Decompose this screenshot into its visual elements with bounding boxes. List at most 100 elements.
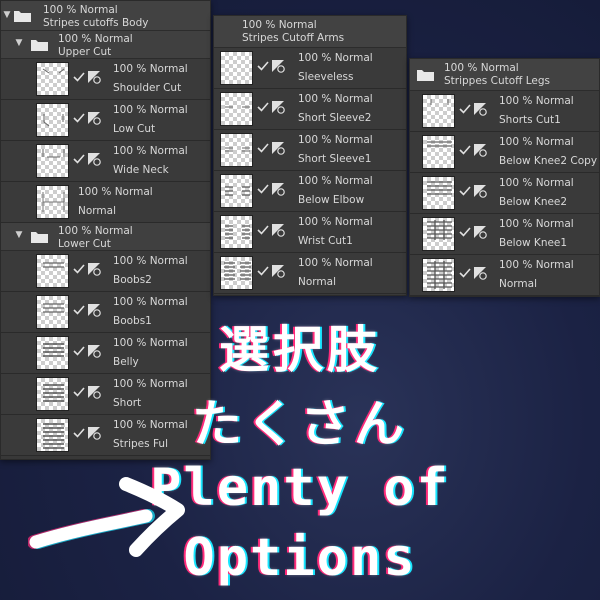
layer-row-low-cut[interactable]: 100 % Normal Low Cut (1, 100, 210, 141)
visibility-check-icon[interactable] (73, 71, 85, 83)
wide-neck-thumbnail (36, 144, 69, 178)
layer-group-legs[interactable]: 100 % Normal Strippes Cutoff Legs (410, 59, 599, 91)
layer-blend-mode: 100 % Normal (113, 296, 188, 308)
layer-mask-icon[interactable] (473, 184, 487, 198)
layer-blend-mode: 100 % Normal (298, 93, 373, 105)
layer-name: Wrist Cut1 (298, 234, 353, 247)
layer-blend-mode: 100 % Normal (113, 104, 188, 116)
layer-name: Normal (78, 204, 116, 217)
visibility-check-icon[interactable] (459, 267, 471, 279)
layer-blend-mode: 100 % Normal (298, 216, 373, 228)
layer-row-short-sleeve2[interactable]: 100 % Normal Short Sleeve2 (214, 89, 406, 130)
layer-mask-icon[interactable] (271, 100, 285, 114)
layer-row-shoulder-cut[interactable]: 100 % Normal Shoulder Cut (1, 59, 210, 100)
layer-row-wide-neck[interactable]: 100 % Normal Wide Neck (1, 141, 210, 182)
layer-row-below-knee1[interactable]: 100 % Normal Below Knee1 (410, 214, 599, 255)
layer-name: Sleeveless (298, 70, 354, 83)
folder-icon (31, 231, 48, 243)
layer-mask-icon[interactable] (473, 225, 487, 239)
layer-group-blend: 100 % Normal (242, 19, 317, 31)
chevron-down-icon[interactable]: ▼ (1, 10, 13, 22)
layer-mask-icon[interactable] (271, 223, 285, 237)
chevron-down-icon[interactable]: ▼ (13, 230, 25, 242)
layer-blend-mode: 100 % Normal (499, 177, 574, 189)
folder-icon (417, 69, 434, 81)
layer-row-below-elbow[interactable]: 100 % Normal Below Elbow (214, 171, 406, 212)
layer-name: Wide Neck (113, 163, 169, 176)
layer-row-boobs2[interactable]: 100 % Normal Boobs2 (1, 251, 210, 292)
boobs2-thumbnail (36, 254, 69, 288)
layer-blend-mode: 100 % Normal (298, 257, 373, 269)
layer-panel-arms: 100 % Normal Stripes Cutoff Arms 100 % N… (213, 15, 407, 296)
layer-blend-mode: 100 % Normal (499, 218, 574, 230)
below-elbow-thumbnail (220, 174, 253, 208)
layer-mask-icon[interactable] (87, 152, 101, 166)
layer-row-normal[interactable]: 100 % Normal Normal (1, 182, 210, 223)
layer-row-normal[interactable]: 100 % Normal Normal (214, 253, 406, 294)
layer-group-lower-cut[interactable]: ▼ 100 % Normal Lower Cut (1, 223, 210, 251)
layer-mask-icon[interactable] (87, 111, 101, 125)
layer-group-body[interactable]: ▼ 100 % Normal Stripes cutoffs Body (1, 1, 210, 31)
short-sleeve2-thumbnail (220, 92, 253, 126)
layer-row-normal[interactable]: 100 % Normal Normal (410, 255, 599, 296)
headline-japanese-1: 選択肢 (219, 321, 381, 379)
low-cut-thumbnail (36, 103, 69, 137)
layer-blend-mode: 100 % Normal (113, 63, 188, 75)
layer-name: Below Knee2 Copy (499, 154, 598, 167)
layer-blend-mode: 100 % Normal (298, 134, 373, 146)
normal-thumbnail (36, 185, 69, 219)
layer-mask-icon[interactable] (87, 262, 101, 276)
layer-blend-mode: 100 % Normal (298, 52, 373, 64)
visibility-check-icon[interactable] (459, 226, 471, 238)
visibility-check-icon[interactable] (459, 103, 471, 115)
layer-group-arms[interactable]: 100 % Normal Stripes Cutoff Arms (214, 16, 406, 48)
layer-mask-icon[interactable] (473, 143, 487, 157)
layer-mask-icon[interactable] (473, 102, 487, 116)
folder-icon (14, 10, 31, 22)
right-arrow-icon (28, 477, 185, 557)
layer-name: Short Sleeve1 (298, 152, 372, 165)
layer-mask-icon[interactable] (271, 182, 285, 196)
layer-mask-icon[interactable] (473, 266, 487, 280)
layer-mask-icon[interactable] (271, 264, 285, 278)
layer-row-below-knee2-copy[interactable]: 100 % Normal Below Knee2 Copy (410, 132, 599, 173)
layer-name: Low Cut (113, 122, 156, 135)
visibility-check-icon[interactable] (459, 185, 471, 197)
visibility-check-icon[interactable] (73, 263, 85, 275)
visibility-check-icon[interactable] (257, 101, 269, 113)
layer-name: Shoulder Cut (113, 81, 182, 94)
layer-blend-mode: 100 % Normal (499, 136, 574, 148)
layer-group-blend: 100 % Normal (58, 33, 133, 45)
layer-name: Shorts Cut1 (499, 113, 561, 126)
layer-group-name: Stripes Cutoff Arms (242, 31, 345, 44)
visibility-check-icon[interactable] (257, 265, 269, 277)
layer-row-wrist-cut1[interactable]: 100 % Normal Wrist Cut1 (214, 212, 406, 253)
wrist-cut1-thumbnail (220, 215, 253, 249)
layer-row-below-knee2[interactable]: 100 % Normal Below Knee2 (410, 173, 599, 214)
layer-group-name: Stripes cutoffs Body (43, 16, 149, 29)
below-knee2-thumbnail (422, 176, 455, 210)
layer-blend-mode: 100 % Normal (298, 175, 373, 187)
layer-mask-icon[interactable] (87, 70, 101, 84)
chevron-down-icon[interactable]: ▼ (13, 38, 25, 50)
layer-row-shorts-cut1[interactable]: 100 % Normal Shorts Cut1 (410, 91, 599, 132)
visibility-check-icon[interactable] (73, 112, 85, 124)
visibility-check-icon[interactable] (257, 183, 269, 195)
visibility-check-icon[interactable] (73, 153, 85, 165)
visibility-check-icon[interactable] (257, 60, 269, 72)
layer-name: Below Elbow (298, 193, 365, 206)
visibility-check-icon[interactable] (459, 144, 471, 156)
legs-normal-thumbnail (422, 258, 455, 292)
layer-panel-legs: 100 % Normal Strippes Cutoff Legs 100 % … (409, 58, 600, 297)
headline-japanese-2: たくさん (192, 395, 408, 453)
layer-row-short-sleeve1[interactable]: 100 % Normal Short Sleeve1 (214, 130, 406, 171)
layer-mask-icon[interactable] (271, 141, 285, 155)
layer-mask-icon[interactable] (271, 59, 285, 73)
below-knee2-copy-thumbnail (422, 135, 455, 169)
layer-group-upper-cut[interactable]: ▼ 100 % Normal Upper Cut (1, 31, 210, 59)
visibility-check-icon[interactable] (257, 142, 269, 154)
layer-blend-mode: 100 % Normal (499, 95, 574, 107)
layer-name: Below Knee2 (499, 195, 568, 208)
layer-row-sleeveless[interactable]: 100 % Normal Sleeveless (214, 48, 406, 89)
visibility-check-icon[interactable] (257, 224, 269, 236)
